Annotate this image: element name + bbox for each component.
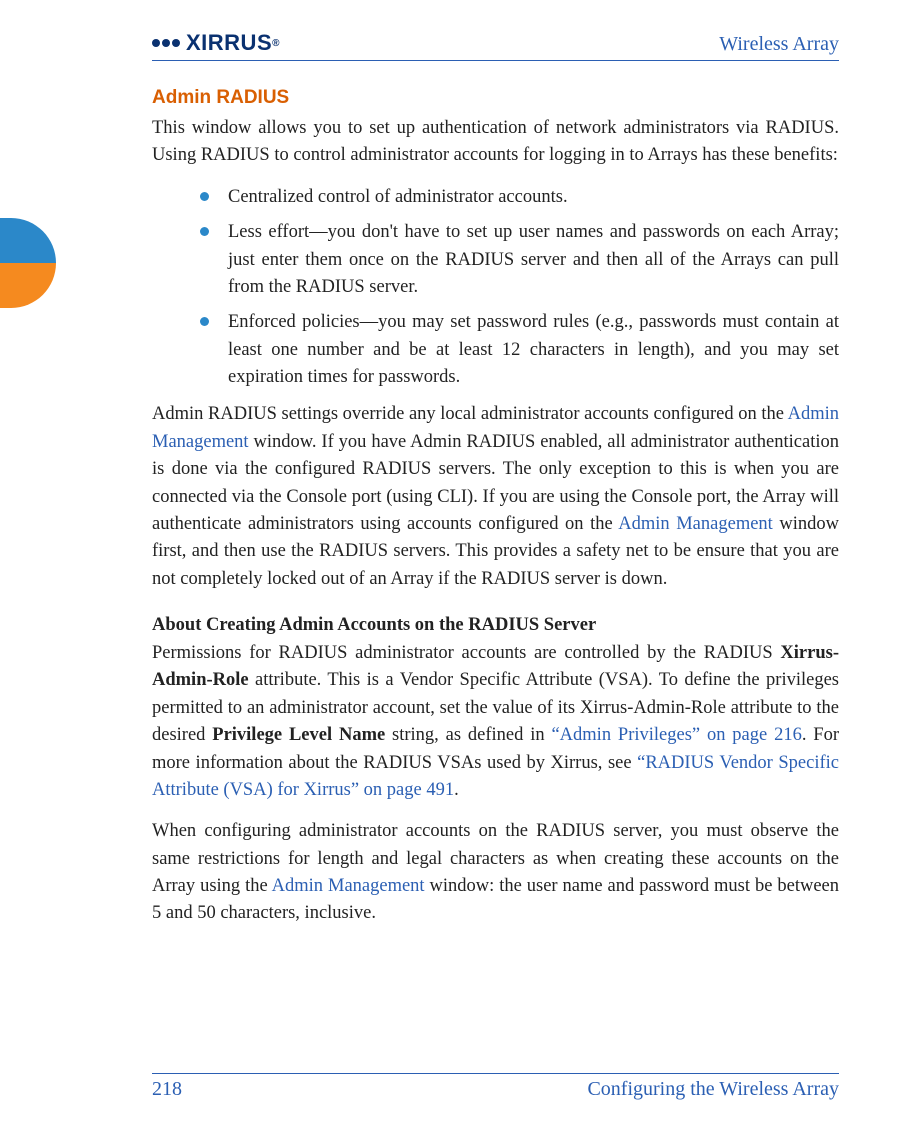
page-header: XIRRUS® Wireless Array <box>152 30 839 61</box>
text-run: Permissions for RADIUS administrator acc… <box>152 643 780 663</box>
override-paragraph: Admin RADIUS settings override any local… <box>152 401 839 593</box>
intro-paragraph: This window allows you to set up authent… <box>152 115 839 170</box>
term-privilege-level-name: Privilege Level Name <box>212 725 385 745</box>
benefits-list: Centralized control of administrator acc… <box>152 184 839 392</box>
brand-logo: XIRRUS® <box>152 30 280 56</box>
list-item: Enforced policies—you may set password r… <box>200 309 839 391</box>
list-item: Less effort—you don't have to set up use… <box>200 219 839 301</box>
text-run: string, as defined in <box>385 725 551 745</box>
admin-privileges-link[interactable]: “Admin Privileges” on page 216 <box>551 725 801 745</box>
header-doc-title: Wireless Array <box>719 33 839 56</box>
page-number: 218 <box>152 1078 182 1101</box>
list-item: Centralized control of administrator acc… <box>200 184 839 211</box>
text-run: . <box>454 780 459 800</box>
admin-management-link[interactable]: Admin Management <box>272 876 425 896</box>
text-run: Admin RADIUS settings override any local… <box>152 404 788 424</box>
logo-text: XIRRUS <box>186 30 272 56</box>
section-title: Admin RADIUS <box>152 87 839 109</box>
page: XIRRUS® Wireless Array Admin RADIUS This… <box>0 0 901 1137</box>
side-tab-marker <box>0 218 56 308</box>
restrictions-paragraph: When configuring administrator accounts … <box>152 818 839 928</box>
admin-management-link[interactable]: Admin Management <box>618 514 773 534</box>
footer-section-label: Configuring the Wireless Array <box>587 1078 839 1101</box>
subsection-heading: About Creating Admin Accounts on the RAD… <box>152 615 839 636</box>
radius-attr-paragraph: Permissions for RADIUS administrator acc… <box>152 640 839 804</box>
page-footer: 218 Configuring the Wireless Array <box>152 1073 839 1101</box>
logo-dots-icon <box>152 39 182 47</box>
